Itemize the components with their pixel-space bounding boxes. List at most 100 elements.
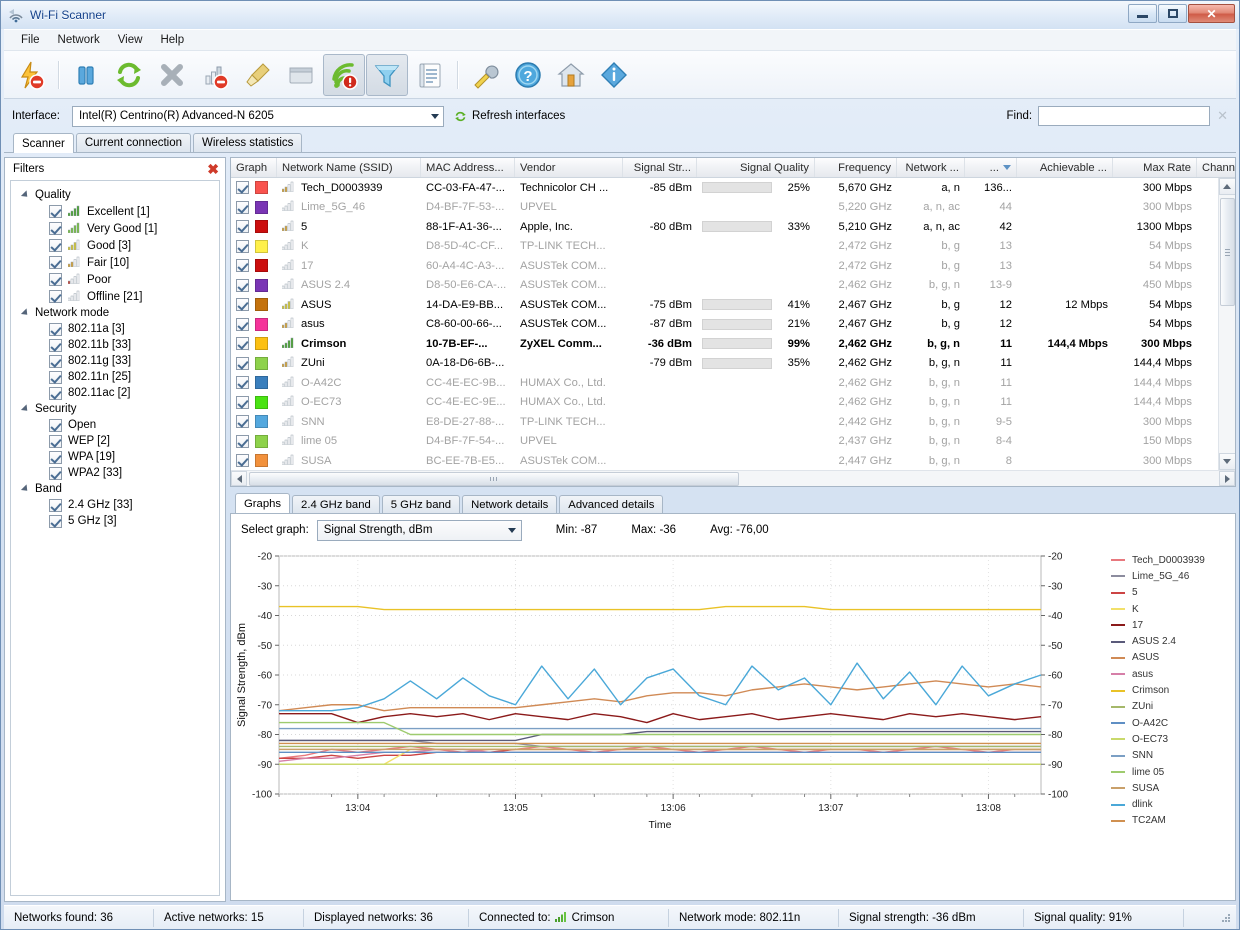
tab-current-connection[interactable]: Current connection [75,133,192,152]
close-filters-icon[interactable]: ✖ [207,162,219,176]
row-graph-checkbox[interactable] [236,239,249,253]
resize-grip[interactable] [1220,912,1232,924]
table-row[interactable]: ASUS 2.4 D8-50-E6-CA-... ASUSTek COM... 2,4… [231,276,1218,296]
refresh-icon[interactable] [108,54,150,96]
filter-item[interactable]: 802.11b [33] [15,337,215,353]
filter-item[interactable]: Fair [10] [15,254,215,271]
column-header-frequency[interactable]: Frequency [815,158,897,177]
scroll-right-icon[interactable] [1219,471,1235,486]
expander-icon[interactable] [20,404,31,414]
graph-tab-advanced-details[interactable]: Advanced details [559,495,664,514]
column-header-chanwidth[interactable]: Chann [1197,158,1235,177]
filter-checkbox[interactable] [49,322,62,336]
clear-find-icon[interactable]: ✕ [1217,108,1228,124]
column-header-mac[interactable]: MAC Address... [421,158,515,177]
table-row[interactable]: lime 05 D4-BF-7F-54-... UPVEL 2,437 GHz b, g… [231,432,1218,452]
tab-wireless-statistics[interactable]: Wireless statistics [193,133,303,152]
table-row[interactable]: K D8-5D-4C-CF... TP-LINK TECH... 2,472 GHz b… [231,237,1218,257]
table-row[interactable]: Tech_D0003939 CC-03-FA-47-... Technicolor … [231,178,1218,198]
maximize-button[interactable] [1158,4,1187,23]
clear-icon[interactable] [237,54,279,96]
table-row[interactable]: 5 88-1F-A1-36-... Apple, Inc. -80 dBm 33% 5,2… [231,217,1218,237]
vertical-scroll-track[interactable] [1220,306,1235,453]
filter-checkbox[interactable] [49,418,62,432]
filter-item[interactable]: WPA2 [33] [15,465,215,481]
column-header-achievable[interactable]: Achievable ... [1017,158,1113,177]
filter-icon[interactable] [366,53,408,96]
row-graph-checkbox[interactable] [236,434,249,448]
scroll-left-icon[interactable] [231,471,247,486]
row-graph-checkbox[interactable] [236,356,249,370]
expander-icon[interactable] [20,484,31,494]
filter-item[interactable]: 802.11n [25] [15,369,215,385]
graph-tab-2-4-ghz-band[interactable]: 2.4 GHz band [292,495,380,514]
refresh-interfaces-button[interactable]: Refresh interfaces [454,110,565,123]
find-input[interactable] [1038,106,1211,126]
table-row[interactable]: Crimson 10-7B-EF-... ZyXEL Comm... -36 dBm 9… [231,334,1218,354]
filter-checkbox[interactable] [49,466,62,480]
filter-item[interactable]: 5 GHz [3] [15,513,215,529]
signal-icon[interactable] [323,53,365,96]
table-row[interactable]: ASUS 14-DA-E9-BB... ASUSTek COM... -75 dBm 4… [231,295,1218,315]
table-horizontal-scrollbar[interactable] [231,470,1235,486]
graph-tab-5-ghz-band[interactable]: 5 GHz band [381,495,461,514]
filter-item[interactable]: Poor [15,271,215,288]
table-row[interactable]: SUSA BC-EE-7B-E5... ASUSTek COM... 2,447 GH… [231,451,1218,470]
row-graph-checkbox[interactable] [236,220,249,234]
table-row[interactable]: O-EC73 CC-4E-EC-9E... HUMAX Co., Ltd. 2,462… [231,393,1218,413]
filter-checkbox[interactable] [49,498,62,512]
filter-checkbox[interactable] [49,354,62,368]
menu-network[interactable]: Network [49,31,109,49]
filter-item[interactable]: Very Good [1] [15,220,215,237]
pause-icon[interactable] [65,54,107,96]
filter-checkbox[interactable] [49,370,62,384]
filter-item[interactable]: 802.11a [3] [15,321,215,337]
filter-checkbox[interactable] [49,386,62,400]
filter-checkbox[interactable] [49,273,62,286]
column-header-signal[interactable]: Signal Str... [623,158,697,177]
table-row[interactable]: 17 60-A4-4C-A3-... ASUSTek COM... 2,472 GHz… [231,256,1218,276]
start-scan-icon[interactable] [10,54,52,96]
delete-icon[interactable] [151,54,193,96]
interface-select[interactable]: Intel(R) Centrino(R) Advanced-N 6205 [71,105,444,127]
close-button[interactable]: ✕ [1188,4,1235,23]
settings-icon[interactable] [464,54,506,96]
filter-item[interactable]: WPA [19] [15,449,215,465]
report-icon[interactable] [409,54,451,96]
filter-group-quality[interactable]: Quality [15,187,215,203]
column-header-ssid[interactable]: Network Name (SSID) [277,158,421,177]
filter-group-network-mode[interactable]: Network mode [15,305,215,321]
home-icon[interactable] [550,54,592,96]
filter-item[interactable]: 802.11g [33] [15,353,215,369]
filter-item[interactable]: Open [15,417,215,433]
row-graph-checkbox[interactable] [236,415,249,429]
table-row[interactable]: asus C8-60-00-66-... ASUSTek COM... -87 dBm… [231,315,1218,335]
scroll-up-icon[interactable] [1218,178,1235,195]
about-icon[interactable] [593,54,635,96]
filter-checkbox[interactable] [49,239,62,252]
filter-checkbox[interactable] [49,338,62,352]
row-graph-checkbox[interactable] [236,278,249,292]
filter-item[interactable]: Excellent [1] [15,203,215,220]
filter-checkbox[interactable] [49,222,62,235]
filter-item[interactable]: Good [3] [15,237,215,254]
filter-checkbox[interactable] [49,256,62,269]
remove-chart-icon[interactable] [194,54,236,96]
row-graph-checkbox[interactable] [236,317,249,331]
scroll-down-icon[interactable] [1218,453,1235,470]
filter-item[interactable]: 2.4 GHz [33] [15,497,215,513]
filter-item[interactable]: WEP [2] [15,433,215,449]
row-graph-checkbox[interactable] [236,395,249,409]
column-header-quality[interactable]: Signal Quality [697,158,815,177]
table-row[interactable]: O-A42C CC-4E-EC-9B... HUMAX Co., Ltd. 2,462… [231,373,1218,393]
minimize-button[interactable] [1128,4,1157,23]
table-row[interactable]: ZUni 0A-18-D6-6B-... -79 dBm 35% 2,462 GHz b,… [231,354,1218,374]
row-graph-checkbox[interactable] [236,454,249,468]
row-graph-checkbox[interactable] [236,259,249,273]
filter-group-security[interactable]: Security [15,401,215,417]
graph-tab-network-details[interactable]: Network details [462,495,558,514]
menu-file[interactable]: File [12,31,49,49]
expander-icon[interactable] [20,308,31,318]
menu-view[interactable]: View [109,31,152,49]
filter-checkbox[interactable] [49,205,62,218]
